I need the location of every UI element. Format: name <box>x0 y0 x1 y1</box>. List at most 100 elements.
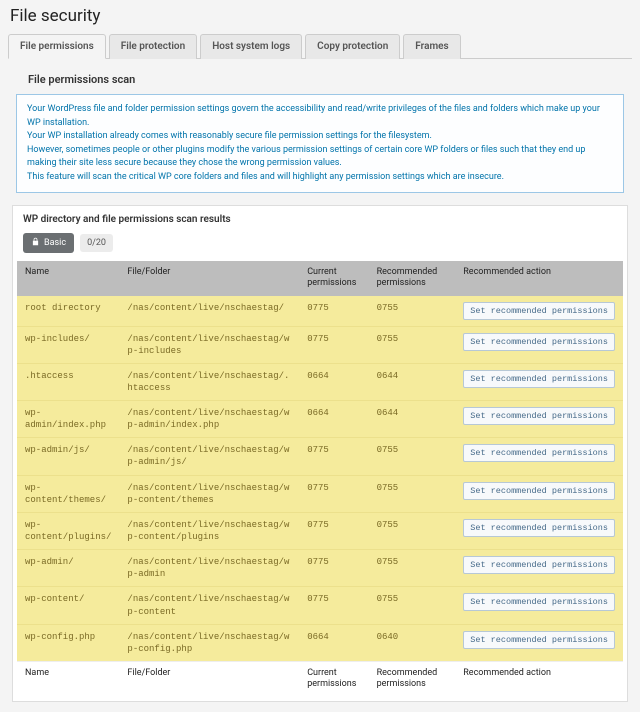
table-row: root directory/nas/content/live/nschaest… <box>17 296 623 327</box>
results-table: Name File/Folder Current permissions Rec… <box>17 261 623 697</box>
cell-recommended: 0755 <box>369 296 456 327</box>
col-current[interactable]: Current permissions <box>299 261 368 296</box>
col-file-folder-foot: File/Folder <box>119 662 299 697</box>
cell-path: /nas/content/live/nschaestag/wp-content/… <box>119 475 299 512</box>
table-row: wp-content/themes//nas/content/live/nsch… <box>17 475 623 512</box>
cell-path: /nas/content/live/nschaestag/wp-admin/js… <box>119 438 299 475</box>
tab-file-protection[interactable]: File protection <box>109 34 197 59</box>
cell-recommended: 0755 <box>369 326 456 363</box>
results-heading: WP directory and file permissions scan r… <box>13 206 627 233</box>
cell-action: Set recommended permissions <box>455 326 623 363</box>
table-row: wp-includes//nas/content/live/nschaestag… <box>17 326 623 363</box>
table-row: wp-admin/index.php/nas/content/live/nsch… <box>17 401 623 438</box>
cell-recommended: 0755 <box>369 438 456 475</box>
cell-name: wp-admin/ <box>17 550 119 587</box>
info-line: Your WordPress file and folder permissio… <box>27 103 613 130</box>
cell-path: /nas/content/live/nschaestag/wp-admin <box>119 550 299 587</box>
lock-icon <box>31 237 40 249</box>
info-line: However, sometimes people or other plugi… <box>27 144 613 171</box>
cell-current: 0775 <box>299 475 368 512</box>
tab-frames[interactable]: Frames <box>403 34 460 59</box>
tab-file-permissions[interactable]: File permissions <box>8 34 106 59</box>
tab-copy-protection[interactable]: Copy protection <box>305 34 400 59</box>
cell-name: wp-content/themes/ <box>17 475 119 512</box>
table-header-row: Name File/Folder Current permissions Rec… <box>17 261 623 296</box>
set-recommended-button[interactable]: Set recommended permissions <box>463 593 615 611</box>
tab-host-system-logs[interactable]: Host system logs <box>200 34 302 59</box>
cell-name: wp-content/plugins/ <box>17 512 119 549</box>
col-recommended-foot: Recommended permissions <box>369 662 456 697</box>
cell-action: Set recommended permissions <box>455 296 623 327</box>
cell-action: Set recommended permissions <box>455 587 623 624</box>
set-recommended-button[interactable]: Set recommended permissions <box>463 444 615 462</box>
scan-heading: File permissions scan <box>28 73 630 86</box>
cell-action: Set recommended permissions <box>455 401 623 438</box>
cell-current: 0664 <box>299 363 368 400</box>
set-recommended-button[interactable]: Set recommended permissions <box>463 631 615 649</box>
cell-name: root directory <box>17 296 119 327</box>
cell-current: 0664 <box>299 624 368 661</box>
count-badge: 0/20 <box>80 234 113 252</box>
table-row: .htaccess/nas/content/live/nschaestag/.h… <box>17 363 623 400</box>
set-recommended-button[interactable]: Set recommended permissions <box>463 333 615 351</box>
cell-recommended: 0640 <box>369 624 456 661</box>
cell-recommended: 0755 <box>369 512 456 549</box>
set-recommended-button[interactable]: Set recommended permissions <box>463 519 615 537</box>
cell-path: /nas/content/live/nschaestag/.htaccess <box>119 363 299 400</box>
cell-recommended: 0644 <box>369 363 456 400</box>
cell-action: Set recommended permissions <box>455 363 623 400</box>
col-name[interactable]: Name <box>17 261 119 296</box>
cell-action: Set recommended permissions <box>455 438 623 475</box>
table-row: wp-content//nas/content/live/nschaestag/… <box>17 587 623 624</box>
cell-path: /nas/content/live/nschaestag/wp-content/… <box>119 512 299 549</box>
cell-name: wp-includes/ <box>17 326 119 363</box>
cell-path: /nas/content/live/nschaestag/wp-admin/in… <box>119 401 299 438</box>
cell-path: /nas/content/live/nschaestag/wp-includes <box>119 326 299 363</box>
set-recommended-button[interactable]: Set recommended permissions <box>463 370 615 388</box>
cell-path: /nas/content/live/nschaestag/wp-config.p… <box>119 624 299 661</box>
info-box: Your WordPress file and folder permissio… <box>16 94 624 193</box>
col-name-foot: Name <box>17 662 119 697</box>
set-recommended-button[interactable]: Set recommended permissions <box>463 482 615 500</box>
cell-current: 0775 <box>299 587 368 624</box>
cell-current: 0664 <box>299 401 368 438</box>
col-current-foot: Current permissions <box>299 662 368 697</box>
table-row: wp-content/plugins//nas/content/live/nsc… <box>17 512 623 549</box>
col-file-folder[interactable]: File/Folder <box>119 261 299 296</box>
cell-action: Set recommended permissions <box>455 512 623 549</box>
cell-recommended: 0755 <box>369 587 456 624</box>
cell-current: 0775 <box>299 326 368 363</box>
col-recommended[interactable]: Recommended permissions <box>369 261 456 296</box>
table-footer-row: Name File/Folder Current permissions Rec… <box>17 662 623 697</box>
cell-path: /nas/content/live/nschaestag/ <box>119 296 299 327</box>
cell-name: wp-content/ <box>17 587 119 624</box>
info-line: This feature will scan the critical WP c… <box>27 171 613 185</box>
basic-button-label: Basic <box>44 238 66 248</box>
table-row: wp-admin/js//nas/content/live/nschaestag… <box>17 438 623 475</box>
cell-recommended: 0755 <box>369 550 456 587</box>
cell-action: Set recommended permissions <box>455 475 623 512</box>
col-action[interactable]: Recommended action <box>455 261 623 296</box>
cell-recommended: 0755 <box>369 475 456 512</box>
basic-button[interactable]: Basic <box>23 233 74 253</box>
tabs-bar: File permissionsFile protectionHost syst… <box>8 34 632 59</box>
table-row: wp-admin//nas/content/live/nschaestag/wp… <box>17 550 623 587</box>
cell-current: 0775 <box>299 512 368 549</box>
cell-name: wp-admin/js/ <box>17 438 119 475</box>
cell-name: wp-config.php <box>17 624 119 661</box>
info-line: Your WP installation already comes with … <box>27 130 613 144</box>
cell-path: /nas/content/live/nschaestag/wp-content <box>119 587 299 624</box>
set-recommended-button[interactable]: Set recommended permissions <box>463 407 615 425</box>
results-toolbar: Basic 0/20 <box>13 233 627 261</box>
cell-name: wp-admin/index.php <box>17 401 119 438</box>
cell-action: Set recommended permissions <box>455 550 623 587</box>
col-action-foot: Recommended action <box>455 662 623 697</box>
set-recommended-button[interactable]: Set recommended permissions <box>463 302 615 320</box>
page-title: File security <box>10 6 632 26</box>
cell-current: 0775 <box>299 296 368 327</box>
results-panel: WP directory and file permissions scan r… <box>12 205 628 702</box>
set-recommended-button[interactable]: Set recommended permissions <box>463 556 615 574</box>
cell-recommended: 0644 <box>369 401 456 438</box>
cell-current: 0775 <box>299 550 368 587</box>
cell-action: Set recommended permissions <box>455 624 623 661</box>
